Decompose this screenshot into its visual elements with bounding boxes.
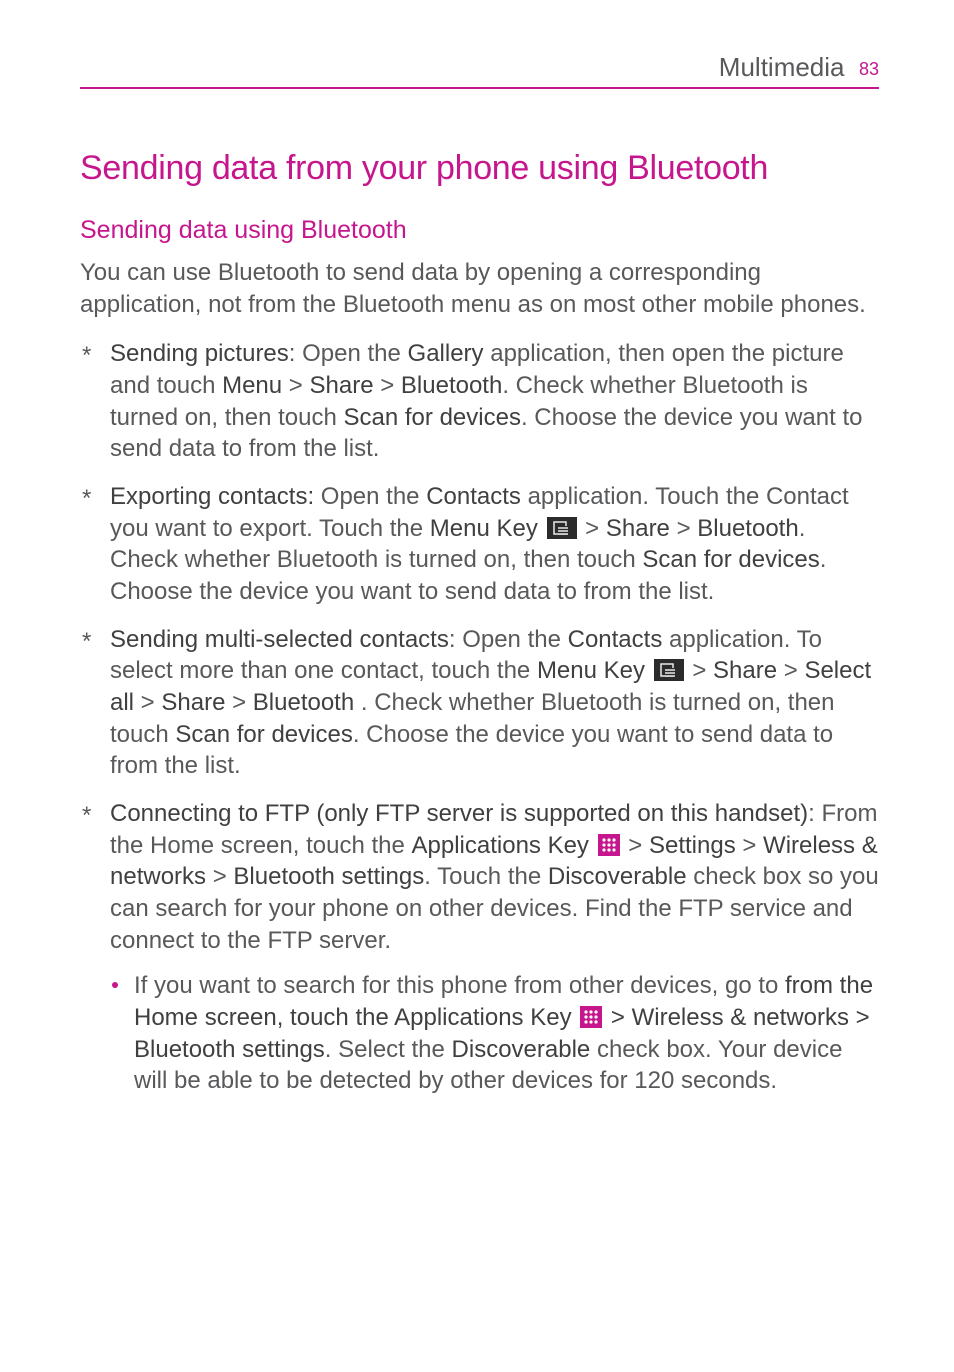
list-item: Connecting to FTP (only FTP server is su… [80, 798, 879, 1097]
ui-term: Scan for devices [642, 546, 819, 573]
lead-term: Connecting to FTP (only FTP server is su… [110, 800, 808, 827]
ui-term: Bluetooth [401, 372, 502, 399]
body-text: > [134, 689, 161, 716]
body-text: . Select the [325, 1036, 452, 1063]
menu-key-icon [654, 658, 684, 680]
ui-term: Scan for devices [344, 404, 521, 431]
body-text: : Open the [289, 340, 408, 367]
body-text: > [670, 515, 697, 542]
body-text: > [585, 515, 606, 542]
ui-term: Menu Key [537, 657, 645, 684]
section-label: Multimedia [719, 52, 845, 82]
page-header: Multimedia 83 [80, 52, 879, 89]
body-text: Open the [314, 483, 426, 510]
ui-term: Gallery [408, 340, 484, 367]
body-text: > [206, 863, 233, 890]
list-item: Exporting contacts: Open the Contacts ap… [80, 481, 879, 608]
ui-term: Share [606, 515, 670, 542]
body-text: > [225, 689, 252, 716]
body-text: : Open the [449, 626, 568, 653]
ui-term: Scan for devices [175, 721, 352, 748]
page-number: 83 [859, 59, 879, 79]
body-text: > [777, 657, 804, 684]
ui-term: Applications Key [412, 832, 589, 859]
intro-paragraph: You can use Bluetooth to send data by op… [80, 257, 879, 320]
bulleted-list: Sending pictures: Open the Gallery appli… [80, 338, 879, 1097]
body-text: > [736, 832, 763, 859]
body-text: > [282, 372, 309, 399]
body-text: > [692, 657, 713, 684]
ui-term: Contacts [426, 483, 521, 510]
lead-term: Exporting contacts: [110, 483, 314, 510]
ui-term: Share [161, 689, 225, 716]
ui-term: Menu Key [430, 515, 538, 542]
body-text: If you want to search for this phone fro… [134, 972, 785, 999]
ui-term: Settings [649, 832, 736, 859]
ui-term: Bluetooth [253, 689, 354, 716]
menu-key-icon [547, 516, 577, 538]
list-item: Sending multi-selected contacts: Open th… [80, 624, 879, 782]
ui-term: Menu [222, 372, 282, 399]
section-subtitle: Sending data using Bluetooth [80, 216, 879, 245]
ui-term: Share [310, 372, 374, 399]
lead-term: Sending multi-selected contacts [110, 626, 449, 653]
ui-term: Bluetooth settings [233, 863, 424, 890]
body-text: > [628, 832, 649, 859]
page-title: Sending data from your phone using Bluet… [80, 149, 879, 188]
applications-key-icon [598, 833, 620, 855]
sub-list-item: If you want to search for this phone fro… [110, 970, 879, 1097]
lead-term: Sending pictures [110, 340, 289, 367]
ui-term: Discoverable [548, 863, 687, 890]
ui-term: Contacts [568, 626, 663, 653]
list-item: Sending pictures: Open the Gallery appli… [80, 338, 879, 465]
body-text: . Touch the [424, 863, 548, 890]
ui-term: Bluetooth [697, 515, 798, 542]
body-text: > [374, 372, 401, 399]
page-content: Multimedia 83 Sending data from your pho… [0, 0, 954, 1173]
ui-term: Discoverable [452, 1036, 591, 1063]
ui-term: Share [713, 657, 777, 684]
applications-key-icon [580, 1005, 602, 1027]
